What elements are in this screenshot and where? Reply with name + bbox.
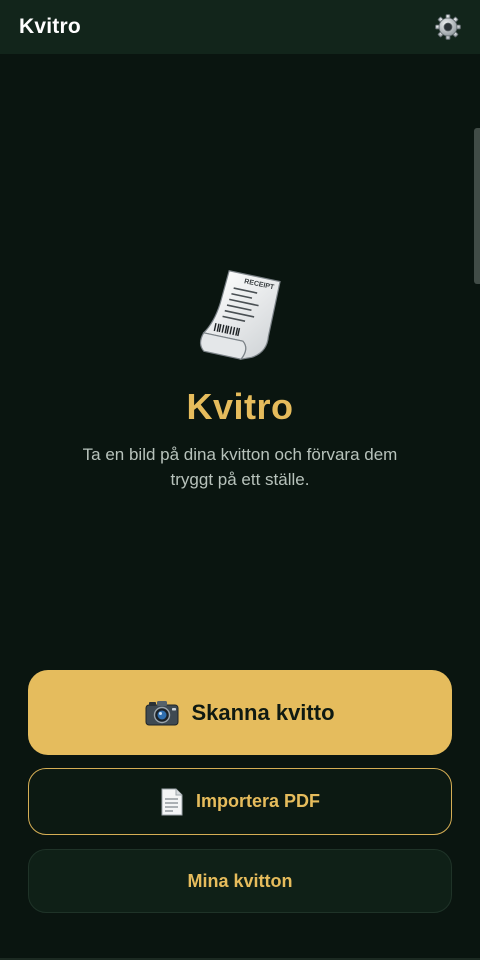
hero-description: Ta en bild på dina kvitton och förvara d… (82, 445, 398, 489)
app-screen: Kvitro RECEIPT Kvitro Ta en bild på dina… (0, 0, 480, 960)
gear-icon[interactable] (434, 13, 462, 41)
scrollbar[interactable] (474, 128, 480, 284)
scan-receipt-button[interactable]: Skanna kvitto (28, 670, 452, 755)
scan-receipt-label: Skanna kvitto (191, 699, 335, 725)
hero-title: Kvitro (186, 386, 294, 427)
camera-icon (145, 700, 179, 726)
hero-section: RECEIPT Kvitro Ta en bild på dina kvitto… (0, 268, 480, 492)
import-pdf-button[interactable]: Importera PDF (28, 768, 452, 835)
receipt-icon: RECEIPT (199, 270, 281, 361)
import-pdf-label: Importera PDF (195, 791, 321, 811)
document-icon (160, 788, 184, 816)
app-title: Kvitro (19, 15, 81, 38)
my-receipts-label: Mina kvitton (187, 870, 293, 891)
my-receipts-button[interactable]: Mina kvitton (28, 849, 452, 913)
top-app-bar: Kvitro (0, 0, 480, 54)
